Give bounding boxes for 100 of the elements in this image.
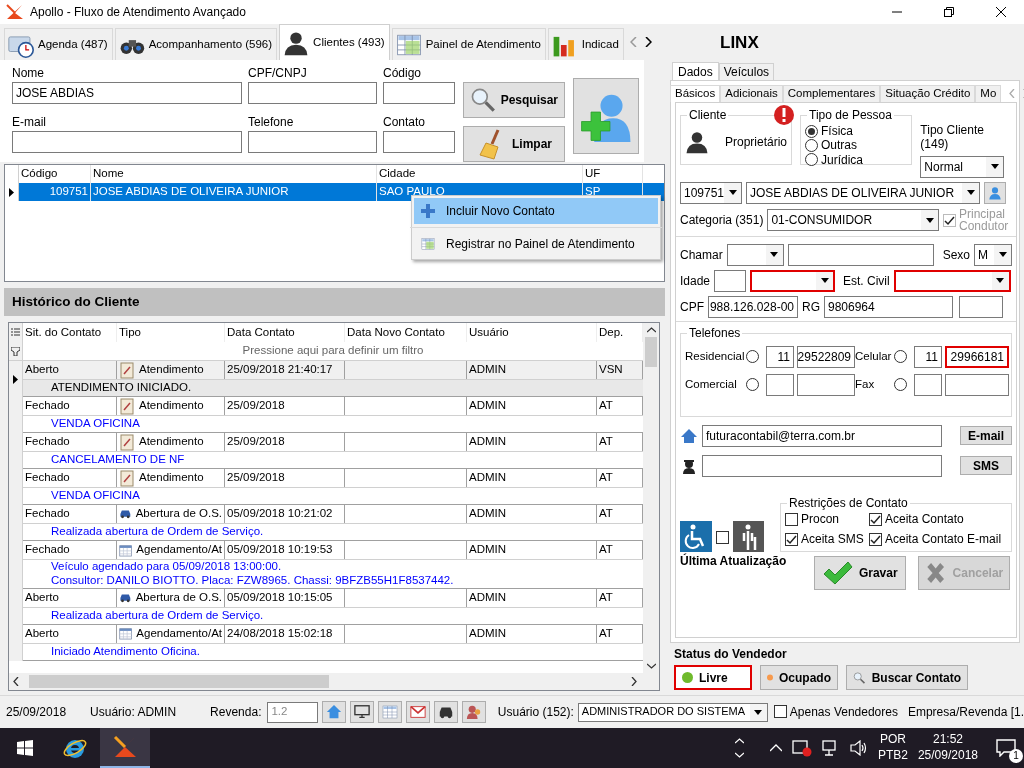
input-field[interactable] <box>766 373 794 396</box>
monitor-button[interactable] <box>349 701 374 723</box>
dropdown[interactable] <box>726 243 784 266</box>
column-header[interactable]: Usuário <box>467 323 597 342</box>
chevron-up-icon[interactable] <box>734 738 744 744</box>
input-field[interactable] <box>383 131 455 153</box>
people-button[interactable] <box>461 701 486 723</box>
dropdown[interactable]: M <box>974 243 1012 266</box>
search-contact-button[interactable]: Buscar Contato <box>846 665 968 691</box>
tab[interactable]: Veículos <box>718 62 775 80</box>
scrollbar-thumb[interactable] <box>645 337 657 367</box>
status-button[interactable]: Livre <box>674 665 752 691</box>
scroll-left-icon[interactable] <box>629 37 637 47</box>
checkbox[interactable]: Apenas Vendedores <box>773 704 898 720</box>
dropdown[interactable] <box>893 269 1011 292</box>
tab[interactable]: Acompanhamento (596) <box>114 28 278 60</box>
radio-button[interactable] <box>746 378 759 392</box>
input-field[interactable] <box>248 82 377 104</box>
sms-button[interactable]: SMS <box>960 456 1012 476</box>
notification-icon[interactable] <box>996 739 1016 757</box>
user-button[interactable] <box>984 181 1006 204</box>
input-field[interactable] <box>248 131 377 153</box>
input-field[interactable] <box>714 269 747 292</box>
tab[interactable]: Básicos <box>670 85 721 102</box>
column-header[interactable]: Data Novo Contato <box>345 323 467 342</box>
table-row[interactable]: Fechado Agendamento/At 05/09/2018 10:19:53 ADMIN AT <box>23 541 643 560</box>
dropdown[interactable]: 01-CONSUMIDOR <box>767 209 939 232</box>
tab[interactable]: Adicionais <box>720 85 783 102</box>
table-row[interactable]: Fechado Abertura de O.S. 05/09/2018 10:21:02 ADMIN AT <box>23 505 643 524</box>
status-button[interactable]: Ocupado <box>760 665 838 691</box>
close-icon[interactable] <box>996 7 1006 17</box>
scroll-left-icon[interactable] <box>1009 88 1016 98</box>
clock-date[interactable]: 25/09/2018 <box>917 748 978 764</box>
dropdown[interactable]: JOSE ABDIAS DE OLIVEIRA JUNIOR <box>746 181 980 204</box>
add-client-button[interactable] <box>573 78 639 154</box>
dropdown[interactable]: ADMINISTRADOR DO SISTEMA <box>577 702 768 722</box>
filter-hint[interactable]: Pressione aqui para definir um filtro <box>23 344 643 358</box>
chevron-up-icon[interactable] <box>769 744 782 752</box>
tab[interactable]: Clientes (493) <box>279 24 390 60</box>
checkbox[interactable]: Aceita Contato <box>869 511 1007 527</box>
input-field[interactable]: 29966181 <box>945 345 1009 368</box>
search-button[interactable]: Pesquisar <box>463 82 565 118</box>
checkbox[interactable] <box>716 530 729 544</box>
input-field[interactable] <box>959 295 1003 318</box>
clock-time[interactable]: 21:52 <box>932 732 963 748</box>
clear-button[interactable]: Limpar <box>463 126 565 162</box>
input-field[interactable] <box>914 373 942 396</box>
security-alert-icon[interactable] <box>791 739 812 757</box>
radio-button[interactable]: Outras <box>805 138 857 153</box>
table-row[interactable]: Aberto Abertura de O.S. 05/09/2018 10:15:05 ADMIN AT <box>23 588 643 608</box>
input-field[interactable]: 9806964 <box>824 295 953 318</box>
mail-button[interactable] <box>405 701 430 723</box>
tab[interactable]: Agenda (487) <box>4 28 113 60</box>
input-field[interactable]: 29522809 <box>797 345 855 368</box>
scroll-right-icon[interactable] <box>644 37 652 47</box>
table-row[interactable]: Fechado Atendimento 25/09/2018 ADMIN AT <box>23 469 643 488</box>
tab[interactable]: Dados <box>672 61 719 80</box>
table-row[interactable]: Aberto Atendimento 25/09/2018 21:40:17 ADMIN VSN <box>23 361 643 380</box>
dropdown[interactable] <box>750 269 836 292</box>
scrollbar-thumb[interactable] <box>29 675 329 688</box>
menu-item[interactable]: Incluir Novo Contato <box>414 198 658 224</box>
input-field[interactable] <box>383 82 455 104</box>
tab[interactable]: Indicad <box>547 28 624 60</box>
tab[interactable]: Situação Crédito <box>880 85 976 102</box>
column-chooser-icon[interactable] <box>11 327 20 338</box>
row-indicator[interactable] <box>9 361 23 397</box>
radio-button[interactable] <box>746 350 759 364</box>
tab[interactable]: Mo <box>975 85 1002 102</box>
restore-icon[interactable] <box>944 7 954 17</box>
table-row[interactable]: Fechado Atendimento 25/09/2018 ADMIN AT <box>23 397 643 416</box>
radio-button[interactable]: Jurídica <box>805 152 864 168</box>
radio-button[interactable] <box>894 378 907 392</box>
checkbox[interactable]: Aceita SMS <box>785 532 869 547</box>
input-field[interactable]: 11 <box>914 345 942 368</box>
speaker-icon[interactable] <box>849 740 868 756</box>
language-indicator[interactable]: POR <box>879 732 906 748</box>
windows-logo-icon[interactable] <box>17 740 33 756</box>
menu-item[interactable]: Registrar no Painel de Atendimento <box>414 231 658 257</box>
car-button[interactable] <box>433 701 458 723</box>
input-field[interactable]: 11 <box>766 345 794 368</box>
input-field[interactable] <box>702 454 942 477</box>
input-field[interactable] <box>797 373 855 396</box>
radio-button[interactable]: Física <box>805 124 853 139</box>
input-field[interactable]: futuracontabil@terra.com.br <box>702 424 942 447</box>
tab[interactable]: Painel de Atendimento <box>391 28 546 60</box>
input-field[interactable]: JOSE ABDIAS <box>12 82 242 104</box>
column-header[interactable]: Data Contato <box>225 323 345 342</box>
dropdown[interactable]: Normal <box>920 155 1005 178</box>
filter-icon[interactable] <box>11 346 20 356</box>
vertical-scrollbar[interactable] <box>643 323 659 673</box>
input-field[interactable] <box>945 373 1009 396</box>
email-button[interactable]: E-mail <box>960 426 1012 446</box>
table-row[interactable]: Aberto Agendamento/At 24/08/2018 15:02:18 ADMIN AT <box>23 624 643 644</box>
input-field[interactable] <box>12 131 242 153</box>
keyboard-layout[interactable]: PTB2 <box>877 748 908 764</box>
column-header[interactable]: Sit. do Contato <box>23 323 117 342</box>
table-row[interactable]: Fechado Atendimento 25/09/2018 ADMIN AT <box>23 433 643 452</box>
input-field[interactable]: 1.2 <box>267 701 318 723</box>
chevron-down-icon[interactable] <box>734 752 744 758</box>
dropdown[interactable]: 109751 <box>680 181 742 204</box>
